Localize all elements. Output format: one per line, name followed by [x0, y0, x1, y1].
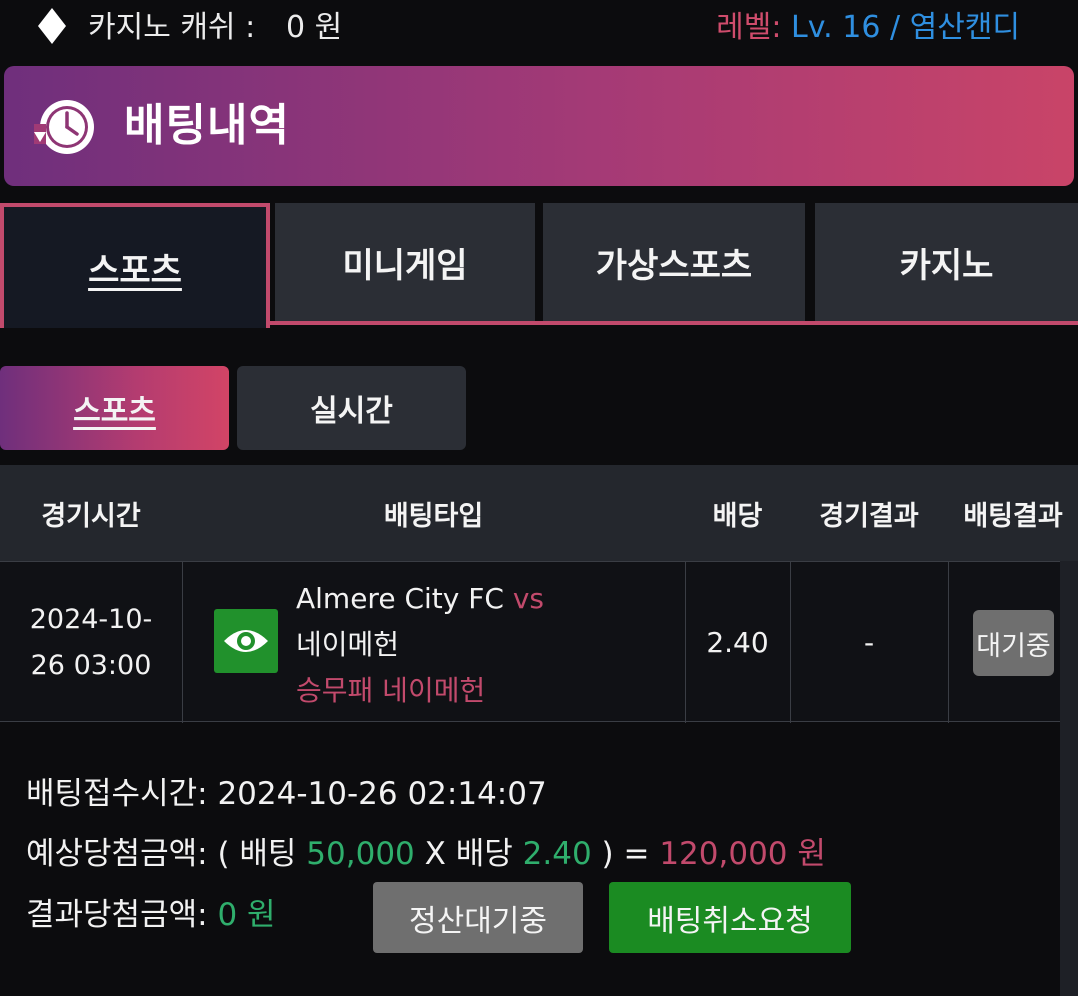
away-team: 네이메헌: [296, 628, 400, 661]
tab-minigame-label: 미니게임: [342, 245, 468, 286]
tab-casino[interactable]: 카지노: [815, 203, 1078, 321]
page-title: 배팅내역: [124, 100, 290, 151]
category-tabs: 스포츠 미니게임 가상스포츠 카지노: [0, 203, 1078, 328]
top-bar: 카지노 캐쉬 : 0 원 레벨: Lv. 16 / 염산캔디: [0, 0, 1078, 56]
subtab-live-label: 실시간: [310, 394, 393, 429]
match-clock: 26 03:00: [30, 649, 152, 681]
vs-label: vs: [512, 582, 544, 615]
header-match-result: 경기결과: [819, 500, 919, 532]
result-win-value: 0 원: [217, 897, 276, 933]
bet-type-cell: Almere City FC vs 네이메헌 승무패 네이메헌: [296, 576, 544, 714]
eye-icon: [224, 630, 268, 652]
stake-amount: 50,000: [306, 836, 415, 872]
history-clock-icon: [34, 100, 94, 154]
bet-pick: 승무패 네이메헌: [296, 674, 486, 707]
subtab-sports-label: 스포츠: [73, 394, 156, 429]
page-header-banner: 배팅내역: [4, 66, 1074, 186]
tab-sports[interactable]: 스포츠: [0, 203, 270, 328]
expected-amount: 120,000 원: [659, 836, 826, 872]
table-header: 경기시간 배팅타입 배당 경기결과 배팅결과: [0, 465, 1078, 561]
status-badge: 대기중: [973, 610, 1054, 676]
casino-cash-label: 카지노 캐쉬 :: [88, 10, 256, 45]
level-label: 레벨:: [716, 10, 782, 45]
header-bet-result: 배팅결과: [963, 500, 1063, 532]
expected-win-label: 예상당첨금액:: [26, 836, 208, 872]
level-info: 레벨: Lv. 16 / 염산캔디: [716, 8, 1020, 48]
column-divider: [182, 562, 183, 723]
expected-open: ( 배팅: [217, 836, 297, 872]
diamond-icon: [38, 8, 66, 44]
received-time-line: 배팅접수시간: 2024-10-26 02:14:07: [26, 772, 547, 816]
expected-close: ) =: [601, 836, 650, 872]
expected-win-line: 예상당첨금액: ( 배팅 50,000 X 배당 2.40 ) = 120,00…: [26, 832, 826, 876]
subtab-live[interactable]: 실시간: [237, 366, 466, 450]
level-value[interactable]: Lv. 16 / 염산캔디: [791, 10, 1020, 45]
tab-divider: [268, 321, 1078, 325]
tab-virtual-sports[interactable]: 가상스포츠: [543, 203, 805, 321]
tab-minigame[interactable]: 미니게임: [275, 203, 535, 321]
odds-value: 2.40: [706, 626, 769, 659]
match-result-value: -: [863, 626, 875, 659]
match-date: 2024-10-: [29, 603, 153, 635]
expected-x: X 배당: [424, 836, 513, 872]
tab-casino-label: 카지노: [899, 245, 994, 286]
result-win-line: 결과당첨금액: 0 원: [26, 893, 276, 937]
scrollbar[interactable]: [1060, 561, 1078, 996]
tab-sports-label: 스포츠: [88, 251, 182, 291]
view-details-button[interactable]: [214, 609, 278, 673]
settlement-pending-button[interactable]: 정산대기중: [373, 882, 583, 953]
received-time-value: 2024-10-26 02:14:07: [217, 776, 547, 812]
column-divider: [948, 562, 949, 723]
table-row: 2024-10- 26 03:00 Almere City FC vs 네이메헌…: [0, 561, 1078, 723]
match-time-cell: 2024-10- 26 03:00: [0, 562, 182, 723]
casino-cash-value: 0 원: [286, 10, 343, 45]
expected-odds: 2.40: [522, 836, 592, 872]
received-time-label: 배팅접수시간:: [26, 776, 208, 812]
header-match-time: 경기시간: [41, 500, 141, 532]
result-win-label: 결과당첨금액:: [26, 897, 208, 933]
header-odds: 배당: [712, 500, 763, 532]
subtab-sports[interactable]: 스포츠: [0, 366, 229, 450]
tab-virtual-sports-label: 가상스포츠: [595, 245, 753, 286]
header-bet-type: 배팅타입: [383, 500, 484, 532]
home-team: Almere City FC: [296, 582, 504, 615]
bet-cancel-request-button[interactable]: 배팅취소요청: [609, 882, 851, 953]
